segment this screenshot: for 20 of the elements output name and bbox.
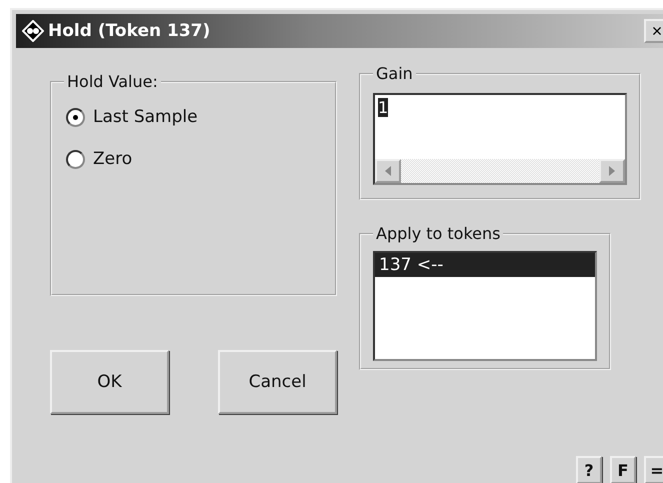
group-label: Apply to tokens [375,224,502,243]
cancel-button[interactable]: Cancel [218,350,337,414]
scroll-left-icon[interactable] [375,159,401,183]
token-list[interactable]: 137 <-- [373,251,597,361]
horizontal-scrollbar[interactable] [375,159,625,183]
tool-button[interactable]: = [644,456,663,483]
group-label: Gain [375,64,414,83]
list-item[interactable]: 137 <-- [375,253,595,277]
close-button[interactable]: × [644,19,663,43]
ok-button[interactable]: OK [50,350,169,414]
radio-option[interactable]: Last Sample [66,107,323,127]
radio-option[interactable]: Zero [66,149,323,169]
diamond-logo-icon [22,20,44,42]
group-label: Hold Value: [66,72,159,91]
scroll-right-icon[interactable] [599,159,625,183]
tool-button[interactable]: F [610,456,636,483]
field-value: 1 [378,98,388,117]
window-title: Hold (Token 137) [48,21,210,41]
tool-button[interactable]: ? [576,456,602,483]
gain-field[interactable]: 1 [373,93,627,185]
